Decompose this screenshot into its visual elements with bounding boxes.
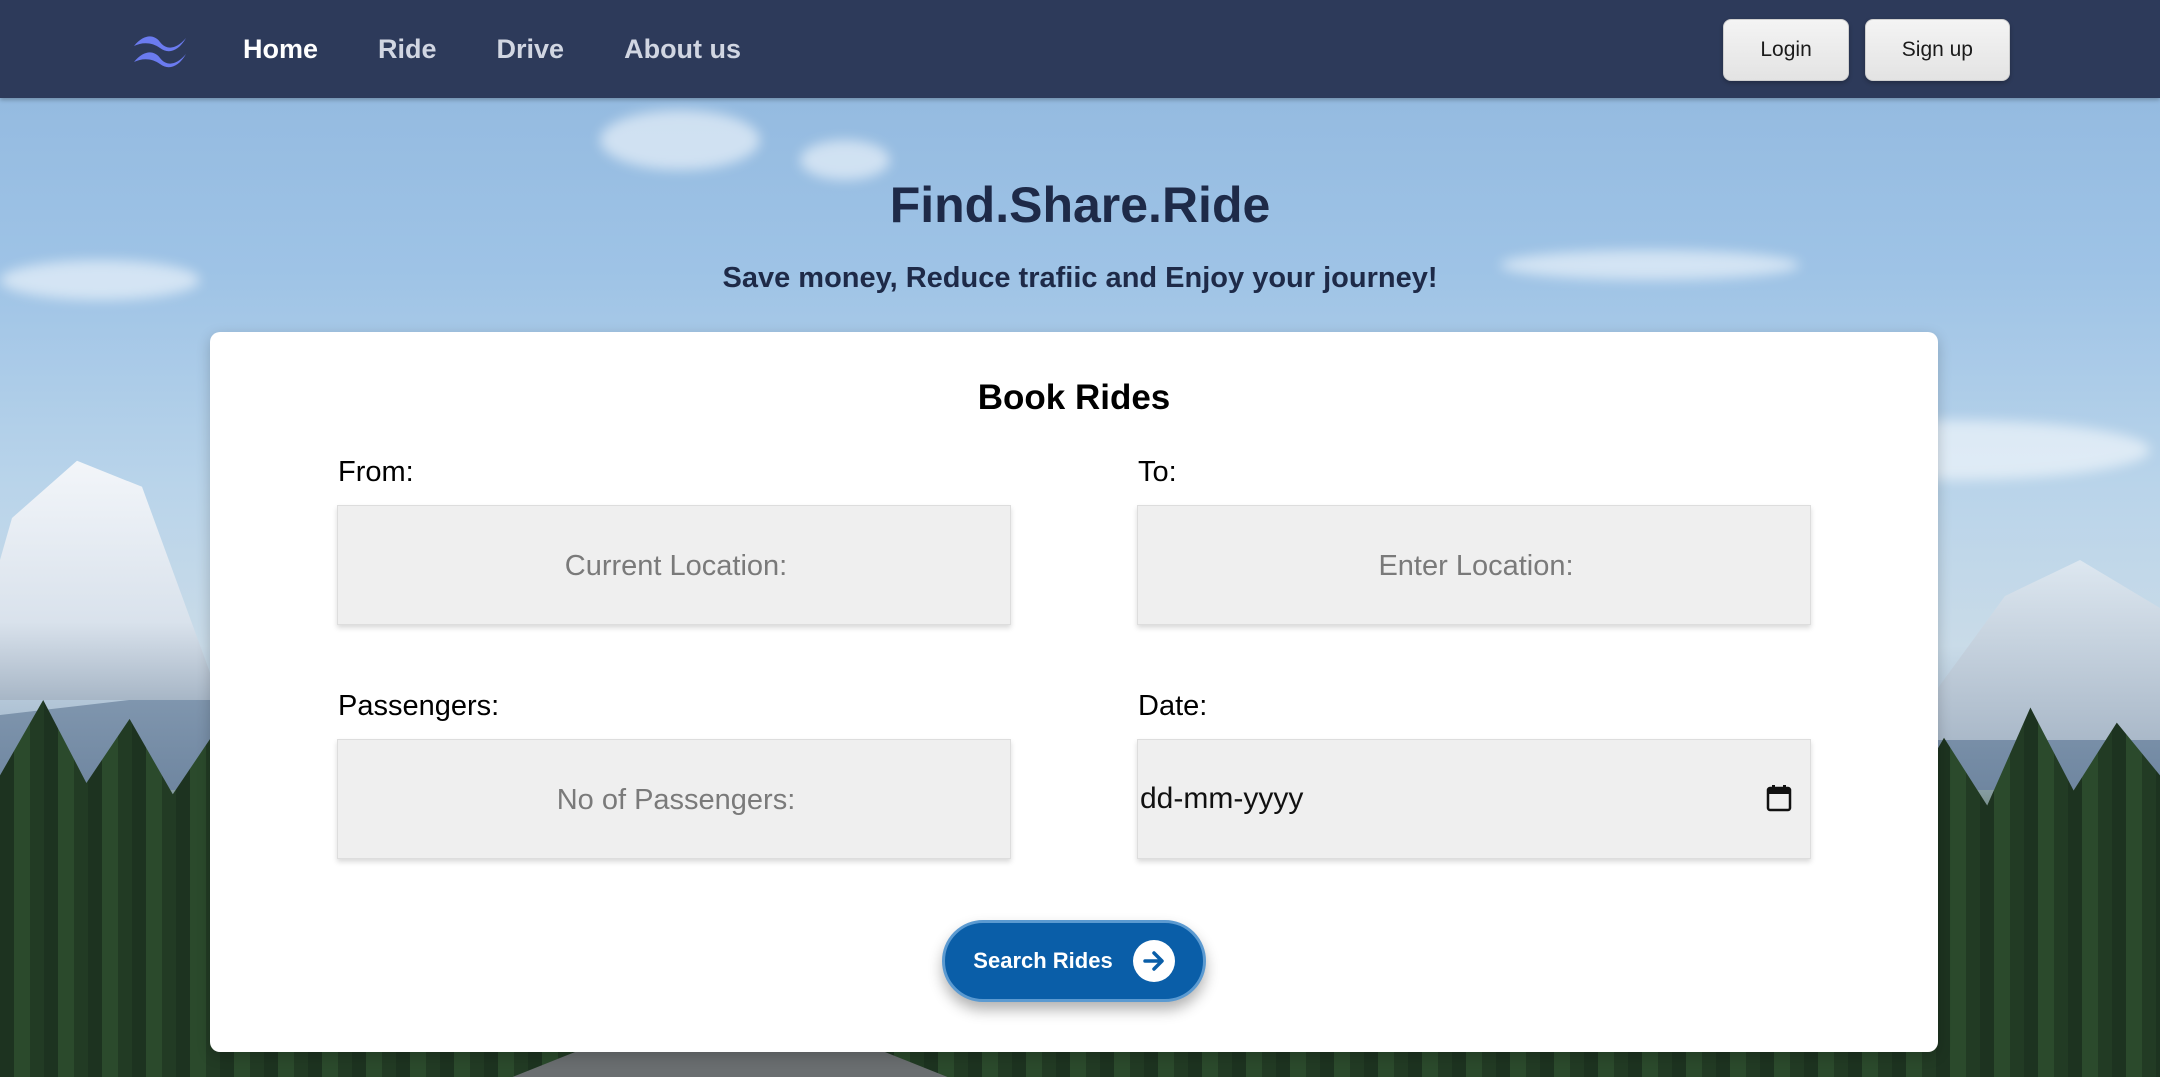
calendar-icon[interactable] bbox=[1766, 784, 1792, 812]
booking-title: Book Rides bbox=[977, 378, 1171, 417]
auth-buttons: Login Sign up bbox=[1723, 19, 2010, 81]
search-rides-label: Search Rides bbox=[973, 948, 1113, 973]
from-field bbox=[337, 505, 1014, 626]
from-input[interactable] bbox=[338, 506, 1014, 626]
date-value: dd-mm-yyyy bbox=[1140, 782, 1304, 815]
date-input[interactable]: dd-mm-yyyy bbox=[1137, 739, 1811, 859]
arrow-right-circle-icon bbox=[1132, 940, 1175, 982]
booking-card: Book Rides From: To: Passengers: Date: d… bbox=[210, 332, 1938, 1052]
top-navbar: Home Ride Drive About us Login Sign up bbox=[0, 0, 2160, 98]
passengers-label: Passengers: bbox=[338, 690, 500, 722]
passengers-field bbox=[337, 739, 1014, 860]
snowy-mountain bbox=[0, 460, 220, 700]
search-rides-button[interactable]: Search Rides bbox=[942, 920, 1206, 1002]
to-field bbox=[1137, 505, 1814, 626]
nav-link-ride[interactable]: Ride bbox=[378, 34, 437, 65]
login-button[interactable]: Login bbox=[1723, 19, 1849, 81]
hero-subtitle: Save money, Reduce trafiic and Enjoy you… bbox=[722, 262, 1438, 294]
cloud bbox=[800, 140, 890, 180]
from-label: From: bbox=[338, 456, 414, 488]
cloud bbox=[600, 110, 760, 170]
nav-link-home[interactable]: Home bbox=[243, 34, 318, 65]
wave-logo-icon[interactable] bbox=[132, 30, 188, 70]
to-label: To: bbox=[1138, 456, 1177, 488]
signup-button[interactable]: Sign up bbox=[1864, 19, 2010, 81]
passengers-input[interactable] bbox=[338, 740, 1014, 860]
main-nav: Home Ride Drive About us bbox=[243, 0, 741, 98]
to-input[interactable] bbox=[1138, 506, 1814, 626]
nav-link-about-us[interactable]: About us bbox=[624, 34, 741, 65]
hero-title: Find.Share.Ride bbox=[889, 177, 1271, 233]
date-label: Date: bbox=[1138, 690, 1208, 722]
nav-link-drive[interactable]: Drive bbox=[497, 34, 565, 65]
